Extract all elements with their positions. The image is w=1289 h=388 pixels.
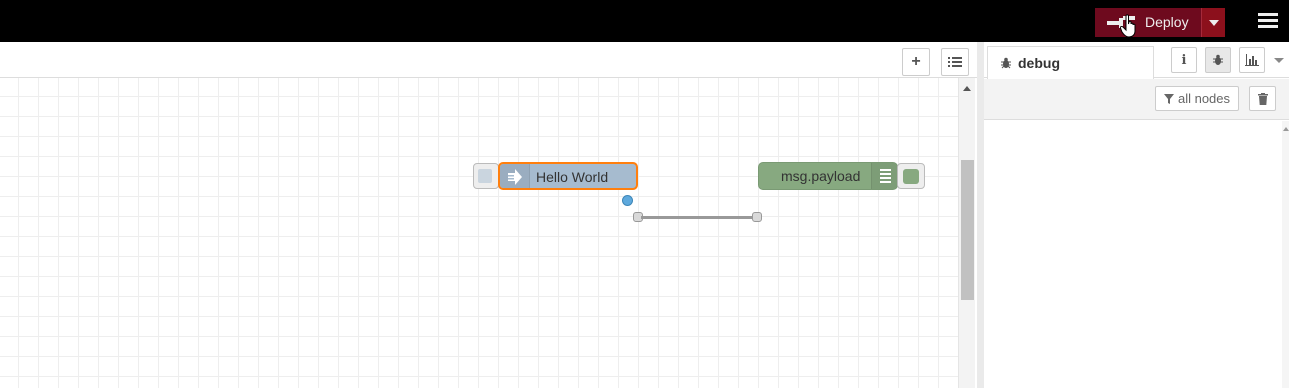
bug-icon: [1001, 57, 1011, 69]
debug-input-port[interactable]: [752, 212, 762, 222]
add-flow-button[interactable]: +: [902, 48, 930, 76]
trash-icon: [1257, 92, 1268, 105]
sidebar: debug i all nodes: [977, 42, 1289, 388]
debug-node-label: msg.payload: [781, 168, 861, 184]
workspace-tabs-bar: +: [0, 42, 977, 78]
debug-list-icon: [880, 169, 891, 185]
list-flows-button[interactable]: [941, 48, 969, 76]
debug-toggle-button[interactable]: [897, 163, 925, 189]
deploy-label: Deploy: [1145, 14, 1189, 30]
scroll-thumb[interactable]: [961, 160, 974, 300]
info-tab-button[interactable]: i: [1171, 47, 1197, 73]
scroll-up-icon[interactable]: [963, 86, 971, 91]
debug-toolbar: all nodes: [984, 79, 1289, 120]
inject-icon-box: [500, 164, 530, 188]
main-menu-button[interactable]: [1258, 13, 1278, 29]
inject-node[interactable]: Hello World: [498, 162, 638, 190]
flow-canvas[interactable]: [0, 78, 958, 388]
canvas-vertical-scrollbar[interactable]: [958, 78, 975, 388]
filter-label: all nodes: [1177, 91, 1231, 106]
hand-cursor-icon: [1120, 14, 1136, 38]
node-changed-indicator: [622, 195, 633, 206]
workspace: +: [0, 42, 977, 388]
deploy-main-button[interactable]: Deploy: [1095, 8, 1201, 37]
debug-messages-panel: [984, 121, 1289, 388]
info-icon: i: [1181, 52, 1187, 68]
inject-node-label: Hello World: [536, 169, 609, 185]
chart-icon: [1245, 54, 1259, 66]
sidebar-tabs: debug i: [984, 42, 1289, 79]
tab-debug[interactable]: debug: [987, 46, 1154, 79]
list-icon: [948, 57, 962, 67]
chart-tab-button[interactable]: [1239, 47, 1265, 73]
bug-icon: [1213, 54, 1223, 65]
plus-icon: +: [911, 53, 921, 70]
debug-tab-button[interactable]: [1205, 47, 1231, 73]
clear-log-button[interactable]: [1249, 86, 1276, 111]
deploy-button[interactable]: Deploy: [1095, 8, 1225, 37]
deploy-options-button[interactable]: [1201, 8, 1225, 37]
inject-trigger-button[interactable]: [473, 163, 499, 189]
debug-icon-box: [871, 163, 897, 189]
filter-button[interactable]: all nodes: [1155, 86, 1239, 111]
flow-wire[interactable]: [641, 216, 757, 219]
sidebar-scrollbar[interactable]: [1282, 121, 1289, 388]
debug-node[interactable]: msg.payload: [758, 162, 898, 190]
header-bar: Deploy: [0, 0, 1289, 42]
filter-icon: [1163, 93, 1174, 104]
inject-arrow-icon: [508, 169, 522, 185]
sidebar-menu-dropdown[interactable]: [1274, 58, 1284, 63]
tab-debug-label: debug: [1018, 55, 1060, 71]
